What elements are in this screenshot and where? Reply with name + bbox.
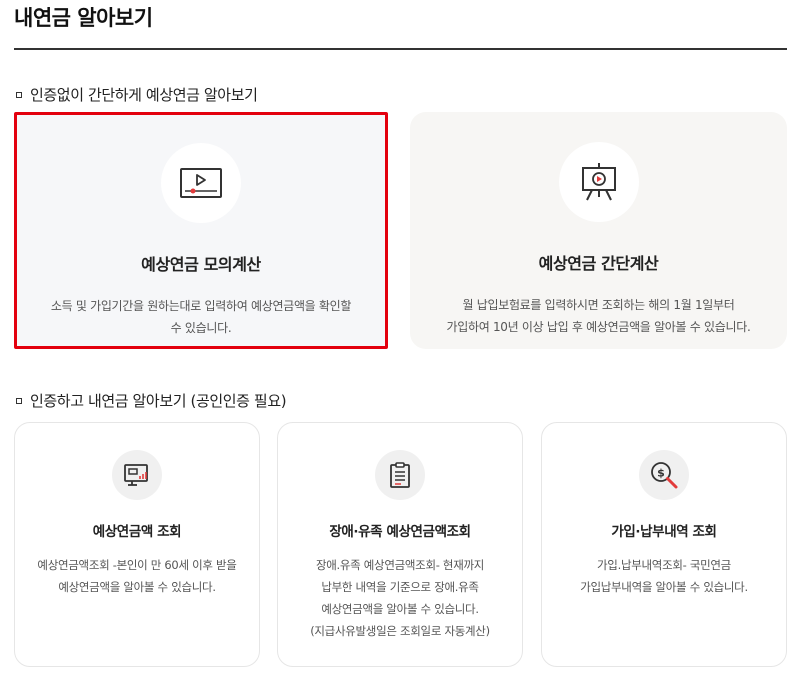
section-heading-no-auth: 인증없이 간단하게 예상연금 알아보기 — [14, 84, 258, 105]
section-heading-label: 인증하고 내연금 알아보기 (공인인증 필요) — [30, 392, 287, 410]
svg-text:$: $ — [657, 467, 665, 480]
card-pension-easy-calc[interactable]: 예상연금 간단계산 월 납입보험료를 입력하시면 조회하는 해의 1월 1일부터… — [410, 112, 787, 349]
card-description: 월 납입보험료를 입력하시면 조회하는 해의 1월 1일부터 가입하여 10년 … — [434, 294, 764, 338]
card-desc-line: 소득 및 가입기간을 원하는대로 입력하여 예상연금액을 확인할 — [50, 299, 352, 313]
square-bullet-icon — [16, 91, 22, 98]
page-title: 내연금 알아보기 — [14, 6, 153, 30]
card-desc-line: 가입납부내역을 알아볼 수 있습니다. — [580, 580, 748, 594]
card-desc-line: 가입.납부내역조회- 국민연금 — [597, 558, 731, 572]
card-desc-line: 예상연금액조회 -본인이 만 60세 이후 받을 — [37, 558, 237, 572]
card-pension-simulation[interactable]: 예상연금 모의계산 소득 및 가입기간을 원하는대로 입력하여 예상연금액을 확… — [14, 112, 388, 349]
section-heading-label: 인증없이 간단하게 예상연금 알아보기 — [30, 86, 258, 104]
card-desc-line: 장애.유족 예상연금액조회- 현재까지 — [315, 558, 485, 572]
card-title: 예상연금 모의계산 — [141, 255, 261, 274]
card-title: 장애·유족 예상연금액조회 — [329, 524, 471, 540]
card-title: 예상연금 간단계산 — [538, 254, 659, 273]
icon-circle — [375, 450, 425, 500]
card-description: 장애.유족 예상연금액조회- 현재까지 납부한 내역을 기준으로 장애.유족 예… — [285, 554, 515, 642]
icon-circle — [112, 450, 162, 500]
card-desc-line: 월 납입보험료를 입력하시면 조회하는 해의 1월 1일부터 — [462, 298, 735, 312]
card-disability-survivor-inquiry[interactable]: 장애·유족 예상연금액조회 장애.유족 예상연금액조회- 현재까지 납부한 내역… — [277, 422, 523, 667]
icon-circle — [161, 143, 241, 223]
card-description: 가입.납부내역조회- 국민연금 가입납부내역을 알아볼 수 있습니다. — [549, 554, 779, 598]
video-play-icon — [180, 168, 222, 198]
title-divider — [14, 48, 787, 50]
card-desc-line: 수 있습니다. — [170, 321, 232, 335]
icon-circle — [558, 142, 639, 222]
card-description: 소득 및 가입기간을 원하는대로 입력하여 예상연금액을 확인할 수 있습니다. — [36, 295, 366, 339]
square-bullet-icon — [16, 397, 22, 404]
card-desc-line: 납부한 내역을 기준으로 장애.유족 — [321, 580, 479, 594]
card-description: 예상연금액조회 -본인이 만 60세 이후 받을 예상연금액을 알아볼 수 있습… — [22, 554, 252, 598]
icon-circle: $ — [639, 450, 689, 500]
clipboard-icon — [390, 462, 410, 488]
card-title: 가입·납부내역 조회 — [611, 524, 717, 540]
card-desc-line: 예상연금액을 알아볼 수 있습니다. — [321, 602, 479, 616]
card-title: 예상연금액 조회 — [92, 524, 182, 540]
card-expected-pension-inquiry[interactable]: 예상연금액 조회 예상연금액조회 -본인이 만 60세 이후 받을 예상연금액을… — [14, 422, 260, 667]
section-heading-with-auth: 인증하고 내연금 알아보기 (공인인증 필요) — [14, 390, 287, 411]
card-desc-line: 예상연금액을 알아볼 수 있습니다. — [58, 580, 216, 594]
card-desc-line: (지급사유발생일은 조회일로 자동계산) — [310, 624, 490, 638]
monitor-chart-icon — [124, 464, 148, 486]
card-enrollment-payment-inquiry[interactable]: $ 가입·납부내역 조회 가입.납부내역조회- 국민연금 가입납부내역을 알아볼… — [541, 422, 787, 667]
money-search-icon: $ — [651, 462, 678, 489]
presentation-board-icon — [581, 163, 616, 201]
card-desc-line: 가입하여 10년 이상 납입 후 예상연금액을 알아볼 수 있습니다. — [446, 320, 751, 334]
